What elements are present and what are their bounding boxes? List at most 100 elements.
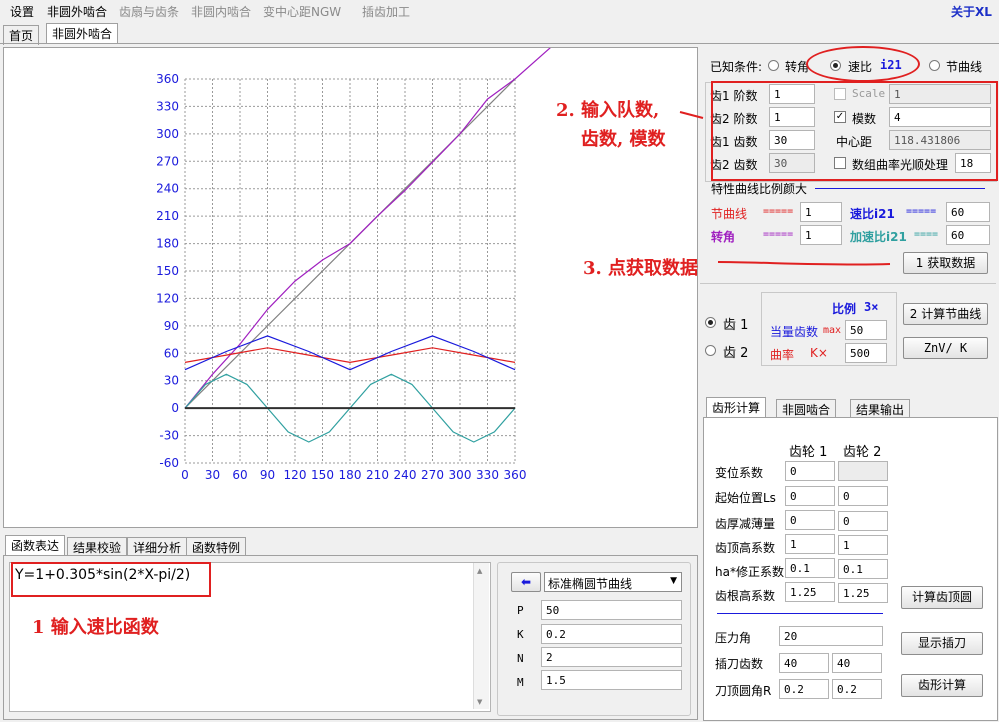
tab-function-special[interactable]: 函数特例 — [186, 537, 247, 557]
scale-value: 3× — [864, 300, 879, 314]
param-m-input[interactable]: 1.5 — [541, 670, 682, 690]
preset-select[interactable]: 标准椭圆节曲线 ▼ — [544, 572, 682, 592]
get-data-button[interactable]: 1 获取数据 — [903, 252, 988, 274]
cutter-teeth-gear1[interactable]: 40 — [779, 653, 829, 673]
param-k-input[interactable]: 0.2 — [541, 624, 682, 644]
thin-label: 齿厚减薄量 — [715, 517, 776, 531]
y-tick-label: 210 — [156, 209, 179, 223]
radio-gear1-label: 齿 1 — [723, 318, 749, 333]
tab-detail-analysis[interactable]: 详细分析 — [127, 537, 188, 557]
x-tick-label: 300 — [449, 468, 472, 482]
tab-tooth-calc[interactable]: 齿形计算 — [706, 397, 767, 417]
tab-function-expr[interactable]: 函数表达 — [5, 535, 66, 555]
thin-gear2[interactable]: 0 — [838, 511, 888, 531]
tip-radius-label: 刀顶圆角R — [715, 684, 772, 698]
show-cutter-button[interactable]: 显示插刀 — [901, 632, 983, 655]
addendum-label: 齿顶高系数 — [715, 541, 776, 555]
addendum-gear1[interactable]: 1 — [785, 534, 835, 554]
gear1-header: 齿轮 1 — [789, 445, 828, 460]
calc-tooth-button[interactable]: 齿形计算 — [901, 674, 983, 697]
accel-ratio-label: 加速比i21 — [850, 230, 907, 244]
ha-correction-gear1[interactable]: 0.1 — [785, 558, 835, 578]
menu-about[interactable]: 关于XL — [951, 3, 992, 20]
start-pos-gear1[interactable]: 0 — [785, 486, 835, 506]
x-tick-label: 360 — [504, 468, 527, 482]
chevron-down-icon[interactable]: ▼ — [670, 576, 677, 586]
equiv-max-label: max — [823, 325, 842, 336]
menu-variable-center-ngw[interactable]: 变中心距NGW — [263, 3, 341, 20]
param-n-label: N — [517, 652, 524, 665]
dedendum-gear1[interactable]: 1.25 — [785, 582, 835, 602]
condition-label: 已知条件: — [710, 60, 763, 74]
shift-coef-label: 变位系数 — [715, 466, 764, 480]
tab-noncircular-mesh[interactable]: 非圆啮合 — [776, 399, 837, 419]
tip-radius-gear1[interactable]: 0.2 — [779, 679, 829, 699]
menu-settings[interactable]: 设置 — [10, 3, 34, 20]
radio-gear1[interactable] — [705, 317, 716, 328]
start-pos-gear2[interactable]: 0 — [838, 486, 888, 506]
pressure-angle-input[interactable]: 20 — [779, 626, 883, 646]
param-n-input[interactable]: 2 — [541, 647, 682, 667]
x-tick-label: 0 — [181, 468, 189, 482]
pressure-angle-label: 压力角 — [715, 631, 752, 645]
radio-gear2[interactable] — [705, 345, 716, 356]
annotation-params-box — [711, 81, 998, 181]
annotation-step2a: 2. 输入队数, — [556, 100, 660, 121]
scroll-up-icon[interactable]: ▲ — [477, 567, 482, 575]
znv-button[interactable]: ZnV/ K — [903, 337, 988, 359]
param-p-input[interactable]: 50 — [541, 600, 682, 620]
y-tick-label: 180 — [156, 237, 179, 251]
scroll-down-icon[interactable]: ▼ — [477, 698, 482, 706]
menu-gear-shaping[interactable]: 插齿加工 — [362, 3, 410, 20]
tip-radius-gear2[interactable]: 0.2 — [832, 679, 882, 699]
y-tick-label: -60 — [159, 456, 179, 470]
addendum-gear2[interactable]: 1 — [838, 535, 888, 555]
x-tick-label: 210 — [366, 468, 389, 482]
radio-angle-label: 转角 — [785, 60, 810, 74]
radio-pitch-curve[interactable] — [929, 60, 940, 71]
curvature-label: 曲率 — [770, 348, 795, 362]
annotation-step1: 1 输入速比函数 — [32, 617, 159, 638]
menu-noncircular-internal[interactable]: 非圆内啮合 — [191, 3, 251, 20]
radio-pitch-curve-label: 节曲线 — [946, 60, 983, 74]
menu-bar: 设置 非圆外啮合 齿扇与齿条 非圆内啮合 变中心距NGW 插齿加工 关于XL — [0, 0, 999, 20]
pitch-scale-input[interactable]: 1 — [800, 202, 842, 222]
shift-coef-gear2 — [838, 461, 888, 481]
equiv-teeth-input[interactable]: 50 — [845, 320, 887, 340]
param-p-label: P — [517, 604, 524, 617]
param-m-label: M — [517, 676, 524, 689]
thin-gear1[interactable]: 0 — [785, 510, 835, 530]
cutter-teeth-label: 插刀齿数 — [715, 657, 764, 671]
curvature-input[interactable]: 500 — [845, 343, 887, 363]
menu-sector-rack[interactable]: 齿扇与齿条 — [119, 3, 179, 20]
angle-scale-input[interactable]: 1 — [800, 225, 842, 245]
shift-coef-gear1[interactable]: 0 — [785, 461, 835, 481]
ha-correction-gear2[interactable]: 0.1 — [838, 559, 888, 579]
tab-noncircular-external[interactable]: 非圆外啮合 — [46, 23, 119, 43]
x-tick-label: 30 — [205, 468, 220, 482]
y-tick-label: 0 — [171, 401, 179, 415]
menu-noncircular-external[interactable]: 非圆外啮合 — [47, 3, 107, 20]
accel-ratio-scale-input[interactable]: 60 — [946, 225, 990, 245]
speed-ratio-scale-input[interactable]: 60 — [946, 202, 990, 222]
annotation-function-box — [11, 562, 211, 597]
calc-pitch-button[interactable]: 2 计算节曲线 — [903, 303, 988, 325]
insert-arrow-icon[interactable]: ⬅ — [511, 572, 541, 592]
cutter-teeth-gear2[interactable]: 40 — [832, 653, 882, 673]
tab-result-check[interactable]: 结果校验 — [67, 537, 128, 557]
y-tick-label: 150 — [156, 264, 179, 278]
y-tick-label: 30 — [164, 374, 179, 388]
start-pos-label: 起始位置Ls — [715, 491, 776, 505]
calc-tip-circle-button[interactable]: 计算齿顶圆 — [901, 586, 983, 609]
x-tick-label: 150 — [311, 468, 334, 482]
radio-angle[interactable] — [768, 60, 779, 71]
tab-home[interactable]: 首页 — [3, 25, 40, 45]
y-tick-label: 90 — [164, 319, 179, 333]
editor-scrollbar[interactable] — [473, 563, 489, 709]
dedendum-gear2[interactable]: 1.25 — [838, 583, 888, 603]
y-tick-label: -30 — [159, 429, 179, 443]
y-tick-label: 240 — [156, 182, 179, 196]
annotation-step2b: 齿数, 模数 — [581, 129, 666, 150]
tab-result-output[interactable]: 结果输出 — [850, 399, 911, 419]
angle-marks: ===== — [763, 229, 794, 240]
